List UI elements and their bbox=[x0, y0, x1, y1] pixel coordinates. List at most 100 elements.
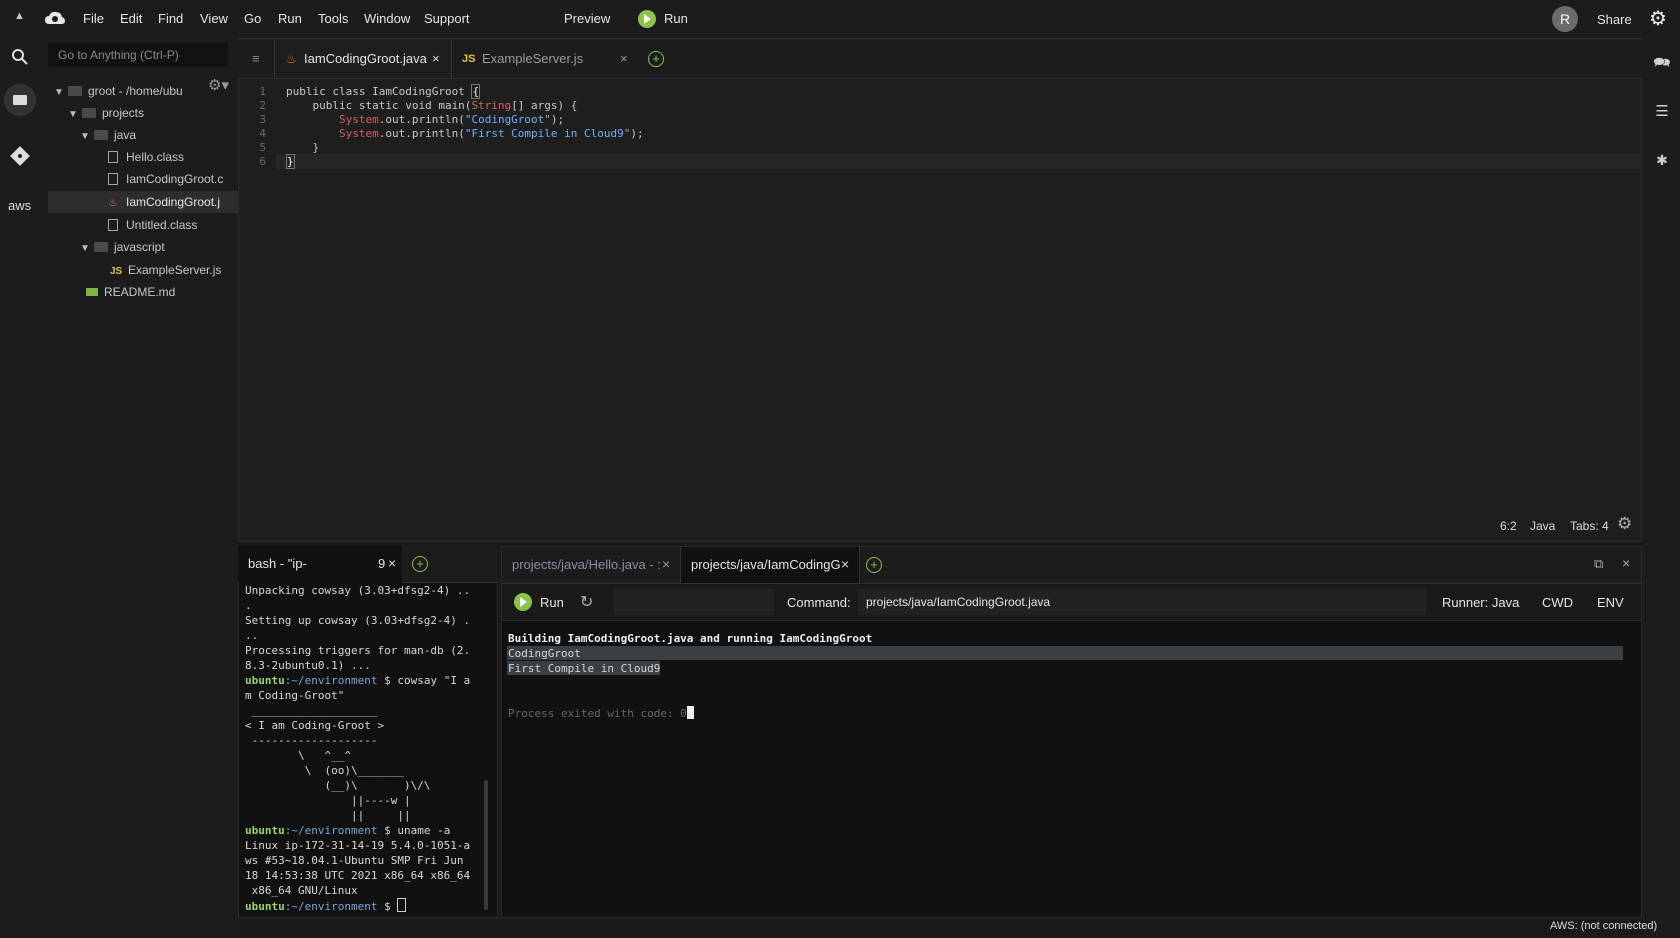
code-line-4: System.out.println("First Compile in Clo… bbox=[338, 127, 644, 140]
close-icon[interactable]: × bbox=[388, 555, 396, 571]
close-icon[interactable]: × bbox=[1622, 555, 1630, 571]
terminal-line: 18 14:53:38 UTC 2021 x86_64 x86_64 bbox=[245, 869, 471, 882]
cursor-position[interactable]: 6:2 bbox=[1500, 519, 1517, 533]
search-icon[interactable] bbox=[11, 48, 29, 66]
menu-tools[interactable]: Tools bbox=[318, 11, 348, 26]
terminal-line: \ ^__^ bbox=[245, 749, 351, 762]
tree-item-iamcodinggroot-class[interactable]: IamCodingGroot.c bbox=[108, 168, 223, 190]
tree-label: ExampleServer.js bbox=[128, 263, 222, 277]
file-icon bbox=[108, 151, 118, 163]
terminal-cursor bbox=[686, 706, 694, 719]
tree-settings-gear-icon[interactable]: ⚙▾ bbox=[208, 76, 229, 94]
java-file-icon: ♨ bbox=[286, 52, 297, 66]
run-button[interactable]: Run bbox=[664, 11, 688, 26]
tab-hello-java[interactable]: projects/java/Hello.java - : bbox=[512, 557, 661, 572]
chat-icon[interactable]: 🗪 bbox=[1642, 52, 1680, 76]
tree-label: README.md bbox=[104, 285, 176, 299]
language-mode[interactable]: Java bbox=[1530, 519, 1555, 533]
run-args-input[interactable] bbox=[614, 589, 774, 615]
add-tab-icon[interactable]: + bbox=[648, 51, 664, 67]
terminal-prompt-line[interactable]: ubuntu:~/environment $ bbox=[245, 898, 407, 914]
close-icon[interactable]: × bbox=[841, 556, 849, 572]
aws-connection-status[interactable]: AWS: (not connected) bbox=[1550, 920, 1680, 938]
file-icon bbox=[108, 173, 118, 185]
code-line-2: public static void main(String[] args) { bbox=[286, 99, 578, 112]
close-icon[interactable]: × bbox=[432, 40, 440, 78]
collapse-arrow-icon[interactable]: ▲ bbox=[14, 10, 25, 22]
tree-item-javascript[interactable]: ▼ javascript bbox=[80, 236, 165, 258]
maximize-icon[interactable]: ⧉ bbox=[1594, 556, 1603, 572]
terminal-line: ___________________ bbox=[245, 704, 378, 717]
runner-select[interactable]: Runner: Java bbox=[1442, 595, 1519, 610]
run-play-icon[interactable] bbox=[638, 10, 656, 28]
scrollbar[interactable] bbox=[484, 780, 488, 910]
terminal-prompt-line: ubuntu:~/environment $ uname -a bbox=[245, 824, 451, 837]
outline-icon[interactable]: ☰ bbox=[1642, 102, 1680, 120]
tree-label: Untitled.class bbox=[126, 218, 198, 232]
menu-run[interactable]: Run bbox=[278, 11, 302, 26]
add-tab-icon[interactable]: + bbox=[866, 557, 882, 573]
add-tab-icon[interactable]: + bbox=[412, 556, 428, 572]
goto-anything-input[interactable]: Go to Anything (Ctrl-P) bbox=[48, 43, 228, 67]
tab-iamcodinggroot-java[interactable]: ♨ IamCodingGroot.java × JS ExampleServer… bbox=[274, 40, 688, 78]
terminal-line: ws #53~18.04.1-Ubuntu SMP Fri Jun bbox=[245, 854, 464, 867]
debugger-bug-icon[interactable]: ✱ bbox=[1642, 152, 1680, 169]
terminal-line: Linux ip-172-31-14-19 5.4.0-1051-a bbox=[245, 839, 471, 852]
command-label: Command: bbox=[787, 595, 851, 610]
menu-go[interactable]: Go bbox=[244, 11, 261, 26]
runner-run-button[interactable]: Run bbox=[540, 595, 564, 610]
tab-bash[interactable]: bash - "ip- 9 × bbox=[238, 546, 403, 582]
runner-output-line: First Compile in Cloud9 bbox=[508, 662, 661, 675]
tree-item-projects[interactable]: ▼ projects bbox=[68, 102, 144, 124]
terminal-line: < I am Coding-Groot > bbox=[245, 719, 385, 732]
tree-item-java[interactable]: ▼ java bbox=[80, 124, 136, 146]
environment-folder-icon[interactable] bbox=[4, 84, 36, 116]
line-number: 5 bbox=[259, 141, 266, 154]
cwd-button[interactable]: CWD bbox=[1542, 595, 1573, 610]
terminal-line: || || bbox=[245, 809, 411, 822]
close-icon[interactable]: × bbox=[662, 556, 670, 572]
avatar[interactable]: R bbox=[1552, 6, 1578, 32]
run-play-icon[interactable] bbox=[514, 593, 532, 611]
left-icon-bar: aws bbox=[0, 38, 40, 938]
tree-item-root[interactable]: ▼ groot - /home/ubu bbox=[54, 80, 183, 102]
terminal-prompt-line: ubuntu:~/environment $ cowsay "I a bbox=[245, 674, 471, 687]
restart-icon[interactable]: ↻ bbox=[580, 592, 593, 612]
terminal-line: . bbox=[245, 599, 252, 612]
preview-button[interactable]: Preview bbox=[564, 11, 610, 26]
close-icon[interactable]: × bbox=[620, 40, 628, 78]
menu-window[interactable]: Window bbox=[364, 11, 410, 26]
cloud9-logo-icon[interactable] bbox=[44, 10, 66, 26]
share-button[interactable]: Share bbox=[1597, 12, 1632, 27]
tree-item-iamcodinggroot-java[interactable]: ♨ IamCodingGroot.j bbox=[108, 191, 220, 213]
menu-view[interactable]: View bbox=[200, 11, 228, 26]
terminal-line: Processing triggers for man-db (2. bbox=[245, 644, 471, 657]
chevron-down-icon: ▼ bbox=[54, 87, 64, 98]
folder-icon bbox=[94, 130, 108, 140]
aws-icon[interactable]: aws bbox=[8, 198, 31, 213]
tree-item-untitled-class[interactable]: Untitled.class bbox=[108, 214, 197, 236]
env-button[interactable]: ENV bbox=[1597, 595, 1624, 610]
editor-settings-gear-icon[interactable]: ⚙ bbox=[1617, 514, 1632, 534]
git-icon[interactable] bbox=[10, 146, 30, 166]
editor-tab-bar: ≡ ♨ IamCodingGroot.java × JS ExampleServ… bbox=[238, 40, 1642, 79]
menu-support[interactable]: Support bbox=[424, 11, 470, 26]
menu-find[interactable]: Find bbox=[158, 11, 183, 26]
tree-item-exampleserver-js[interactable]: JS ExampleServer.js bbox=[110, 259, 221, 281]
runner-tab-bar: projects/java/Hello.java - : × projects/… bbox=[502, 547, 1641, 584]
chevron-down-icon: ▼ bbox=[68, 109, 78, 120]
menu-edit[interactable]: Edit bbox=[120, 11, 142, 26]
tree-label: projects bbox=[102, 106, 145, 120]
line-number: 6 bbox=[259, 155, 266, 168]
tree-item-hello-class[interactable]: Hello.class bbox=[108, 146, 184, 168]
line-number: 1 bbox=[259, 85, 266, 98]
tree-item-readme[interactable]: README.md bbox=[86, 281, 175, 303]
menu-file[interactable]: File bbox=[83, 11, 104, 26]
terminal-line: m Coding-Groot" bbox=[245, 689, 345, 702]
settings-gear-icon[interactable]: ⚙ bbox=[1649, 6, 1667, 31]
menu-hamburger-icon[interactable]: ≡ bbox=[252, 51, 260, 66]
command-input[interactable]: projects/java/IamCodingGroot.java bbox=[858, 589, 1426, 615]
code-line-1: public class IamCodingGroot { bbox=[286, 84, 481, 99]
tab-iamcodinggroot-run[interactable]: projects/java/IamCodingG × bbox=[680, 547, 860, 583]
tab-size[interactable]: Tabs: 4 bbox=[1570, 519, 1609, 533]
